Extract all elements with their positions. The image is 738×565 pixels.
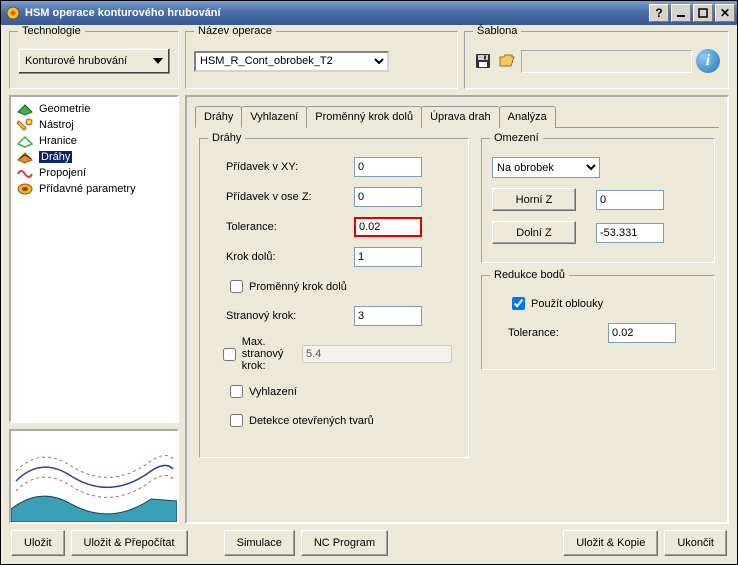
pouzit-oblouky-checkbox[interactable]: Použít oblouky <box>492 294 704 313</box>
redukce-tolerance-input[interactable] <box>608 323 676 343</box>
tab-promenny[interactable]: Proměnný krok dolů <box>306 106 422 128</box>
nav-label: Hranice <box>39 135 77 147</box>
technology-dropdown[interactable]: Konturové hrubování <box>18 48 170 74</box>
operation-name-select[interactable]: HSM_R_Cont_obrobek_T2 <box>194 51 389 72</box>
tool-icon <box>15 118 35 132</box>
chevron-down-icon <box>153 58 163 64</box>
window-title: HSM operace konturového hrubování <box>25 7 649 19</box>
omezeni-group: Omezení Na obrobek Horní Z Dolní Z <box>481 138 715 263</box>
redukce-tolerance-label: Tolerance: <box>508 327 608 339</box>
nav-label: Dráhy <box>39 151 72 163</box>
ukoncit-button[interactable]: Ukončit <box>664 530 727 556</box>
tolerance-input[interactable] <box>354 217 422 237</box>
promenny-krok-checkbox[interactable]: Proměnný krok dolů <box>210 277 458 296</box>
redukce-group: Redukce bodů Použít oblouky Tolerance: <box>481 275 715 370</box>
folder-open-icon <box>499 53 515 69</box>
nav-propojeni[interactable]: Propojení <box>13 165 175 181</box>
technology-group: Technologie Konturové hrubování <box>9 31 179 89</box>
save-template-button[interactable] <box>473 51 493 71</box>
nav-geometrie[interactable]: Geometrie <box>13 101 175 117</box>
geometry-icon <box>15 102 35 116</box>
horni-z-button[interactable]: Horní Z <box>492 188 576 211</box>
nav-tree: Geometrie Nástroj Hranice Dráhy <box>9 95 179 423</box>
stranovy-krok-label: Stranový krok: <box>226 310 354 322</box>
params-icon <box>15 182 35 196</box>
nav-nastroj[interactable]: Nástroj <box>13 117 175 133</box>
template-legend: Šablona <box>473 25 521 37</box>
nav-label: Propojení <box>39 167 86 179</box>
operation-name-group: Název operace HSM_R_Cont_obrobek_T2 <box>185 31 458 89</box>
template-group: Šablona i <box>464 31 729 89</box>
dolni-z-input[interactable] <box>596 223 664 243</box>
redukce-legend: Redukce bodů <box>490 269 569 281</box>
drahy-legend: Dráhy <box>208 132 245 144</box>
pridavek-z-label: Přídavek v ose Z: <box>226 191 354 203</box>
drahy-group: Dráhy Přídavek v XY: Přídavek v ose Z: T… <box>199 138 469 458</box>
titlebar: HSM operace konturového hrubování ? ✕ <box>1 1 737 25</box>
vyhlazeni-checkbox[interactable]: Vyhlazení <box>210 382 458 401</box>
krok-dolu-label: Krok dolů: <box>226 251 354 263</box>
tab-uprava[interactable]: Úprava drah <box>421 106 500 128</box>
omezeni-dropdown[interactable]: Na obrobek <box>492 157 600 178</box>
tab-drahy[interactable]: Dráhy <box>195 106 242 128</box>
open-template-button[interactable] <box>497 51 517 71</box>
stranovy-krok-input[interactable] <box>354 306 422 326</box>
technology-value: Konturové hrubování <box>25 55 127 67</box>
nav-label: Geometrie <box>39 103 90 115</box>
info-button[interactable]: i <box>696 49 720 73</box>
horni-z-input[interactable] <box>596 190 664 210</box>
nav-hranice[interactable]: Hranice <box>13 133 175 149</box>
nav-pridavne[interactable]: Přídavné parametry <box>13 181 175 197</box>
krok-dolu-input[interactable] <box>354 247 422 267</box>
detekce-checkbox[interactable]: Detekce otevřených tvarů <box>210 411 458 430</box>
pridavek-xy-label: Přídavek v XY: <box>226 161 354 173</box>
ulozit-kopie-button[interactable]: Uložit & Kopie <box>563 530 658 556</box>
paths-icon <box>15 150 35 164</box>
tab-analyza[interactable]: Analýza <box>499 106 556 128</box>
app-icon <box>5 5 21 21</box>
tab-vyhlazeni[interactable]: Vyhlazení <box>241 106 307 128</box>
dolni-z-button[interactable]: Dolní Z <box>492 221 576 244</box>
simulace-button[interactable]: Simulace <box>224 530 295 556</box>
pridavek-xy-input[interactable] <box>354 157 422 177</box>
nav-label: Přídavné parametry <box>39 183 136 195</box>
ulozit-prepocitat-button[interactable]: Uložit & Přepočítat <box>71 530 188 556</box>
main-panel: Dráhy Vyhlazení Proměnný krok dolů Úprav… <box>185 95 729 524</box>
nav-label: Nástroj <box>39 119 74 131</box>
preview-panel <box>9 429 179 524</box>
boundary-icon <box>15 134 35 148</box>
template-field[interactable] <box>521 50 692 73</box>
pridavek-z-input[interactable] <box>354 187 422 207</box>
nc-program-button[interactable]: NC Program <box>301 530 388 556</box>
tolerance-label: Tolerance: <box>226 221 354 233</box>
technology-legend: Technologie <box>18 25 85 37</box>
max-stranovy-checkbox[interactable]: Max. stranový krok: <box>210 336 458 372</box>
omezeni-legend: Omezení <box>490 132 543 144</box>
operation-name-legend: Název operace <box>194 25 276 37</box>
floppy-icon <box>475 53 491 69</box>
minimize-button[interactable] <box>671 4 691 22</box>
max-stranovy-input <box>302 345 452 363</box>
nav-drahy[interactable]: Dráhy <box>13 149 175 165</box>
close-button[interactable]: ✕ <box>715 4 735 22</box>
tab-bar: Dráhy Vyhlazení Proměnný krok dolů Úprav… <box>195 105 719 128</box>
maximize-button[interactable] <box>693 4 713 22</box>
ulozit-button[interactable]: Uložit <box>11 530 65 556</box>
link-icon <box>15 166 35 180</box>
help-button[interactable]: ? <box>649 4 669 22</box>
